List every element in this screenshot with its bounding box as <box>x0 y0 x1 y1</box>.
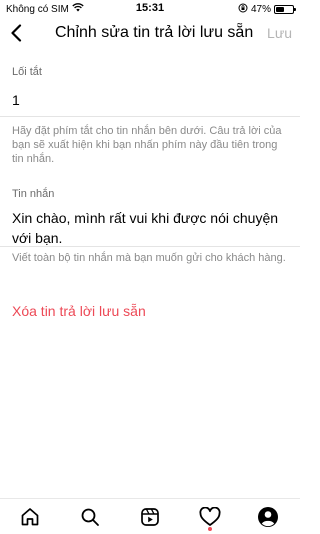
rotation-lock-icon <box>238 3 248 16</box>
back-button[interactable] <box>6 22 26 44</box>
nav-activity[interactable] <box>198 505 222 529</box>
message-input[interactable]: Xin chào, mình rất vui khi được nói chuy… <box>12 208 292 248</box>
nav-home[interactable] <box>18 505 42 529</box>
nav-search[interactable] <box>78 505 102 529</box>
battery-percent: 47% <box>250 4 271 15</box>
status-right: 47% <box>238 3 296 16</box>
page-title: Chỉnh sửa tin trả lời lưu sẵn <box>55 24 254 41</box>
shortcut-help-text: Hãy đặt phím tắt cho tin nhắn bên dưới. … <box>12 125 282 165</box>
shortcut-label: Lối tắt <box>12 66 42 78</box>
delete-saved-reply-button[interactable]: Xóa tin trả lời lưu sẵn <box>12 303 146 319</box>
home-icon <box>21 508 39 526</box>
battery-fill <box>276 7 284 12</box>
heart-icon <box>199 507 221 526</box>
shortcut-input[interactable]: 1 <box>12 92 20 108</box>
status-bar: Không có SIM 15:31 47% <box>0 0 300 18</box>
header: Chỉnh sửa tin trả lời lưu sẵn Lưu <box>0 18 300 48</box>
divider <box>0 116 300 117</box>
search-icon <box>81 508 99 526</box>
save-button[interactable]: Lưu <box>267 25 292 41</box>
chevron-left-icon <box>11 24 22 42</box>
message-label: Tin nhắn <box>12 188 55 200</box>
notification-dot <box>208 527 212 531</box>
profile-icon <box>258 507 278 527</box>
bottom-nav <box>0 498 300 534</box>
divider <box>0 246 300 247</box>
nav-reels[interactable] <box>138 505 162 529</box>
screen: Không có SIM 15:31 47% Chỉnh sửa tin trả… <box>0 0 300 534</box>
reels-icon <box>141 508 159 526</box>
message-help-text: Viết toàn bộ tin nhắn mà bạn muốn gửi ch… <box>12 252 286 264</box>
nav-profile[interactable] <box>256 505 280 529</box>
battery-icon <box>274 5 296 14</box>
